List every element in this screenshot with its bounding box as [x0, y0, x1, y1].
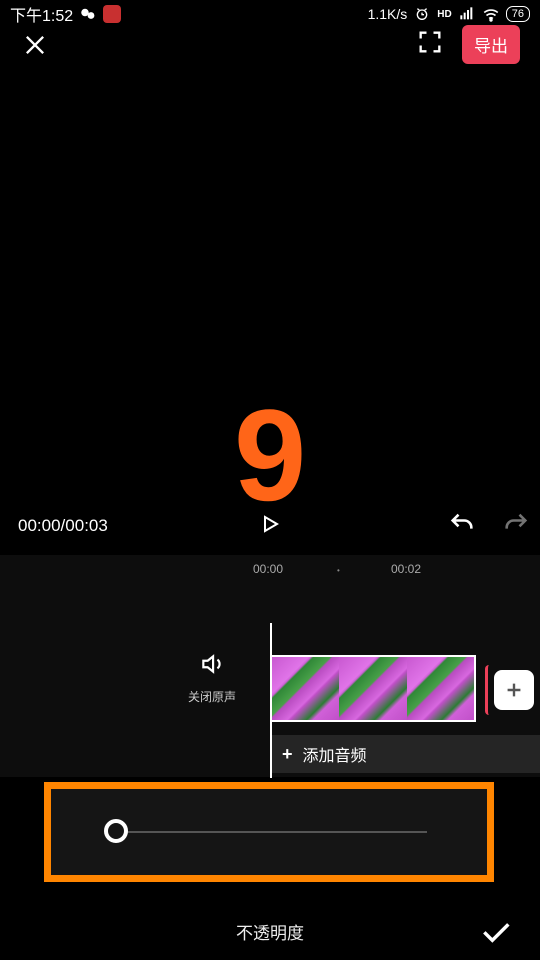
export-button[interactable]: 导出 [462, 25, 520, 64]
bottom-bar: 不透明度 [0, 902, 540, 960]
network-speed: 1.1K/s [368, 6, 408, 22]
clip-frame [339, 657, 406, 720]
total-time: 00:03 [65, 516, 108, 535]
ruler-mark-1: 00:02 [391, 562, 421, 576]
add-audio-label: 添加音频 [303, 742, 367, 766]
clip-frame [272, 657, 339, 720]
signal-icon [458, 5, 476, 23]
close-button[interactable] [20, 30, 50, 60]
fullscreen-button[interactable] [416, 28, 444, 61]
plus-icon: + [282, 744, 293, 765]
status-right: 1.1K/s HD 76 [368, 5, 530, 23]
opacity-label: 不透明度 [236, 919, 304, 944]
confirm-button[interactable] [478, 914, 512, 948]
clip-frame [407, 657, 474, 720]
alarm-icon [413, 5, 431, 23]
ruler-mark-0: 00:00 [253, 562, 283, 576]
time-display: 00:00/00:03 [18, 516, 108, 536]
timeline[interactable]: 00:00 • 00:02 关闭原声 + 添加音频 [0, 555, 540, 777]
undo-button[interactable] [448, 510, 476, 543]
redo-button[interactable] [502, 510, 530, 543]
playback-controls: 00:00/00:03 [0, 497, 540, 555]
speaker-icon [199, 651, 225, 677]
check-icon [479, 915, 511, 947]
playhead[interactable] [270, 623, 272, 778]
wifi-icon [482, 5, 500, 23]
status-bar: 下午1:52 1.1K/s HD 76 [0, 0, 540, 28]
mute-label: 关闭原声 [188, 688, 236, 705]
opacity-slider[interactable] [111, 831, 427, 833]
hd-icon: HD [437, 9, 451, 20]
mute-original-button[interactable]: 关闭原声 [188, 651, 236, 705]
wechat-icon [79, 5, 97, 23]
play-button[interactable] [258, 512, 282, 541]
current-time: 00:00 [18, 516, 61, 535]
video-clip[interactable] [270, 655, 476, 722]
slider-handle[interactable] [104, 819, 128, 843]
opacity-slider-container [44, 782, 494, 882]
timeline-ruler: 00:00 • 00:02 [0, 555, 540, 581]
status-left: 下午1:52 [10, 2, 121, 26]
clock-text: 下午1:52 [10, 2, 73, 26]
battery-indicator: 76 [506, 6, 530, 22]
add-clip-button[interactable] [494, 670, 534, 710]
plus-icon [503, 679, 525, 701]
header-bar: 导出 [0, 22, 540, 67]
add-audio-track[interactable]: + 添加音频 [272, 735, 540, 773]
ruler-tick: • [337, 566, 340, 575]
app-notification-icon [103, 5, 121, 23]
